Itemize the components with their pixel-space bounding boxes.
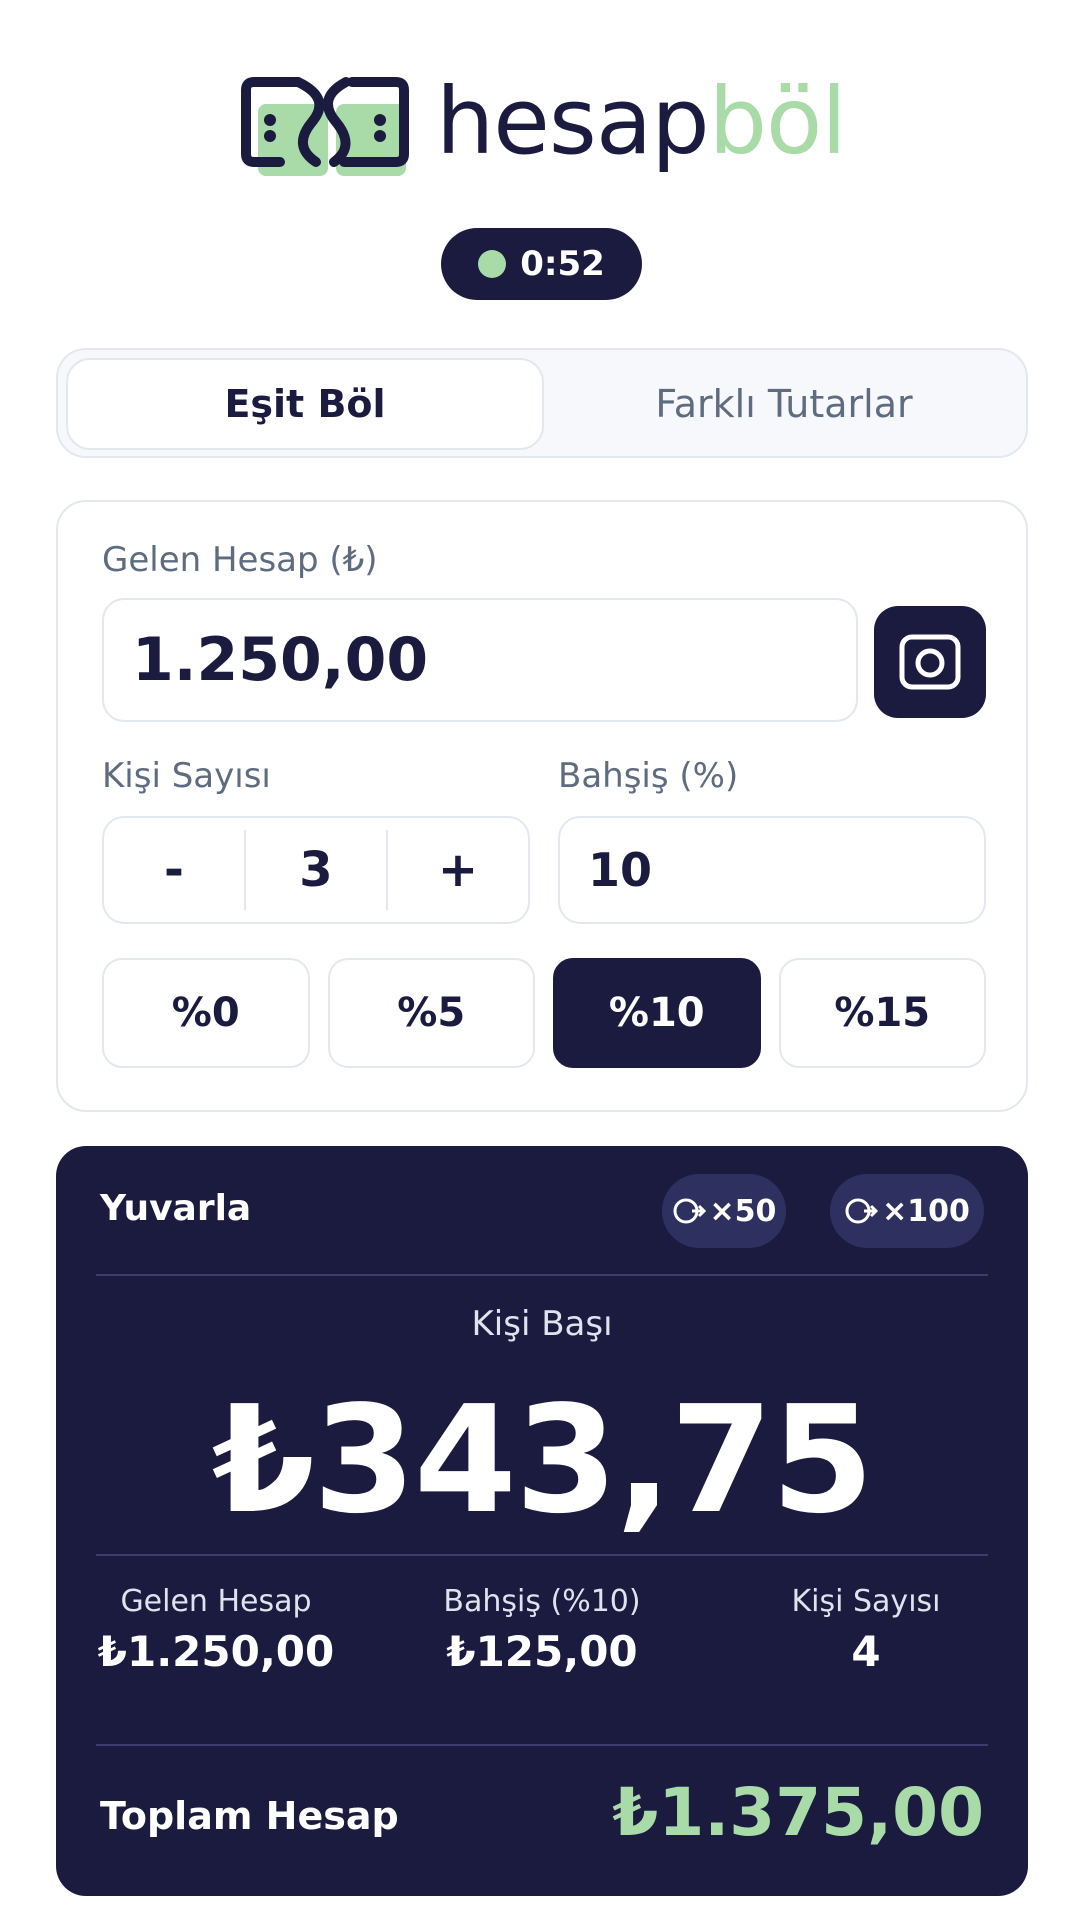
- round-icon: [673, 1198, 706, 1224]
- divider: [96, 1744, 988, 1746]
- stat-label: Kişi Sayısı: [791, 1584, 941, 1619]
- round-100-button[interactable]: ×100: [830, 1174, 984, 1248]
- stat-people-count: Kişi Sayısı 4: [716, 1584, 1016, 1676]
- divider: [96, 1554, 988, 1556]
- camera-icon: [899, 634, 961, 690]
- round-title: Yuvarla: [100, 1188, 252, 1229]
- tip-input[interactable]: 10: [558, 816, 986, 924]
- app-logo: hesapböl: [240, 70, 847, 180]
- stat-value: 4: [851, 1627, 881, 1676]
- input-card: Gelen Hesap (₺) 1.250,00 Kişi Sayısı Bah…: [56, 500, 1028, 1112]
- decrement-button[interactable]: -: [104, 818, 244, 922]
- logo-wordmark: hesapböl: [436, 68, 847, 175]
- tip-label: Bahşiş (%): [558, 756, 739, 796]
- people-count-stepper: - 3 +: [102, 816, 530, 924]
- logo-wordmark-part2: böl: [708, 68, 847, 175]
- tip-presets: %0 %5 %10 %15: [102, 958, 986, 1068]
- divider: [96, 1274, 988, 1276]
- tab-equal-split[interactable]: Eşit Böl: [66, 358, 544, 450]
- tip-preset-5[interactable]: %5: [327, 958, 535, 1068]
- people-count-label: Kişi Sayısı: [102, 756, 271, 796]
- total-label: Toplam Hesap: [100, 1794, 399, 1838]
- result-panel: Yuvarla ×50 ×100 Kişi Başı ₺343,75 Gelen…: [56, 1146, 1028, 1896]
- stat-tip-amount: Bahşiş (%10) ₺125,00: [392, 1584, 692, 1676]
- stat-label: Bahşiş (%10): [443, 1584, 641, 1619]
- per-person-label: Kişi Başı: [471, 1304, 613, 1344]
- logo-mark-icon: [241, 77, 409, 176]
- session-timer: 0:52: [441, 228, 642, 300]
- increment-button[interactable]: +: [388, 818, 528, 922]
- status-dot-icon: [478, 250, 507, 278]
- stat-value: ₺1.250,00: [97, 1627, 335, 1676]
- split-mode-tabs: Eşit Böl Farklı Tutarlar: [56, 348, 1028, 458]
- stat-label: Gelen Hesap: [120, 1584, 312, 1619]
- amount-label: Gelen Hesap (₺): [102, 540, 378, 580]
- stat-value: ₺125,00: [446, 1627, 638, 1676]
- tab-different-amounts[interactable]: Farklı Tutarlar: [548, 358, 1020, 450]
- timer-value: 0:52: [520, 244, 605, 284]
- tip-preset-0[interactable]: %0: [102, 958, 310, 1068]
- tip-preset-10[interactable]: %10: [553, 958, 761, 1068]
- logo-wordmark-part1: hesap: [436, 68, 710, 175]
- tip-preset-15[interactable]: %15: [778, 958, 986, 1068]
- round-50-label: ×50: [709, 1193, 777, 1229]
- scan-receipt-button[interactable]: [874, 606, 986, 718]
- round-100-label: ×100: [882, 1193, 970, 1229]
- people-count-value: 3: [244, 830, 388, 910]
- round-icon: [845, 1198, 879, 1224]
- total-value: ₺1.375,00: [612, 1774, 984, 1851]
- round-50-button[interactable]: ×50: [662, 1174, 786, 1248]
- per-person-value: ₺343,75: [211, 1374, 874, 1546]
- stat-bill-amount: Gelen Hesap ₺1.250,00: [66, 1584, 366, 1676]
- amount-input[interactable]: 1.250,00: [102, 598, 858, 722]
